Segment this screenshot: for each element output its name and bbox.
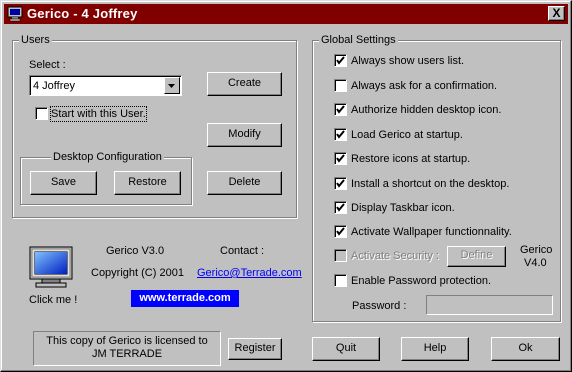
copyright-label: Copyright (C) 2001 [91, 267, 184, 279]
option-checkbox[interactable] [334, 177, 347, 190]
app-monitor-icon [7, 6, 23, 22]
create-label: Create [227, 77, 262, 89]
option-label: Load Gerico at startup. [351, 129, 463, 141]
register-label: Register [234, 342, 276, 354]
checkmark-icon [336, 227, 345, 236]
option-label: Enable Password protection. [351, 275, 492, 287]
option-checkbox[interactable] [334, 274, 347, 287]
register-button[interactable]: Register [228, 338, 282, 360]
contact-label: Contact : [220, 245, 265, 257]
option-checkbox[interactable] [334, 79, 347, 92]
users-legend: Users [19, 33, 52, 47]
start-with-user-checkbox[interactable] [35, 107, 48, 120]
option-checkbox[interactable] [334, 225, 347, 238]
delete-button[interactable]: Delete [207, 171, 282, 195]
restore-button[interactable]: Restore [114, 171, 181, 195]
option-label: Install a shortcut on the desktop. [351, 178, 510, 190]
ok-button[interactable]: Ok [491, 337, 560, 361]
option-label: Restore icons at startup. [351, 153, 471, 165]
select-label: Select : [29, 59, 66, 71]
user-select[interactable]: 4 Joffrey [29, 75, 182, 96]
quit-button[interactable]: Quit [312, 337, 380, 361]
version-badge-line-2: V4.0 [524, 257, 547, 269]
option-label: Authorize hidden desktop icon. [351, 104, 502, 116]
chevron-down-icon [168, 84, 175, 88]
option-label: Activate Security : [351, 250, 440, 262]
close-button[interactable]: X [548, 6, 565, 21]
monitor-icon[interactable] [28, 245, 76, 289]
click-me-label: Click me ! [29, 294, 78, 306]
global-settings-legend: Global Settings [319, 33, 398, 47]
option-label: Activate Wallpaper functionnality. [351, 226, 512, 238]
option-label: Always ask for a confirmation. [351, 80, 498, 92]
license-line-1: This copy of Gerico is licensed to [46, 335, 208, 347]
option-label: Always show users list. [351, 55, 465, 67]
checkmark-icon [336, 203, 345, 212]
website-link[interactable]: www.terrade.com [131, 290, 239, 307]
title-bar[interactable]: Gerico - 4 Joffrey X [4, 4, 568, 24]
option-checkbox[interactable] [334, 54, 347, 67]
save-button[interactable]: Save [30, 171, 97, 195]
option-checkbox[interactable] [334, 103, 347, 116]
license-box: This copy of Gerico is licensed to JM TE… [33, 331, 221, 366]
help-label: Help [423, 342, 447, 354]
user-select-value: 4 Joffrey [33, 80, 75, 92]
save-label: Save [50, 176, 77, 188]
desktop-config-legend: Desktop Configuration [51, 150, 164, 164]
dropdown-button[interactable] [164, 77, 180, 94]
window-title: Gerico - 4 Joffrey [27, 6, 138, 21]
password-input[interactable] [426, 295, 553, 315]
version-label: Gerico V3.0 [106, 245, 165, 257]
option-checkbox[interactable] [334, 201, 347, 214]
define-label: Define [460, 249, 493, 261]
option-label: Display Taskbar icon. [351, 202, 455, 214]
modify-button[interactable]: Modify [207, 123, 282, 147]
checkmark-icon [336, 179, 345, 188]
checkmark-icon [336, 56, 345, 65]
password-label: Password : [352, 300, 407, 312]
modify-label: Modify [228, 128, 261, 140]
define-button[interactable]: Define [447, 246, 506, 267]
email-link[interactable]: Gerico@Terrade.com [197, 266, 302, 280]
gerico-window: Gerico - 4 Joffrey X Users Select : 4 Jo… [0, 0, 572, 372]
close-icon: X [552, 6, 561, 20]
delete-label: Delete [228, 176, 261, 188]
checkmark-icon [336, 154, 345, 163]
create-button[interactable]: Create [207, 72, 282, 96]
checkmark-icon [336, 130, 345, 139]
license-line-2: JM TERRADE [91, 348, 163, 360]
restore-label: Restore [128, 176, 167, 188]
option-checkbox[interactable] [334, 128, 347, 141]
version-badge-line-1: Gerico [520, 244, 553, 256]
checkmark-icon [336, 105, 345, 114]
quit-label: Quit [335, 342, 357, 354]
option-checkbox [334, 249, 347, 262]
option-checkbox[interactable] [334, 152, 347, 165]
start-with-user-label[interactable]: Start with this User. [50, 106, 147, 122]
help-button[interactable]: Help [401, 337, 469, 361]
ok-label: Ok [518, 342, 533, 354]
